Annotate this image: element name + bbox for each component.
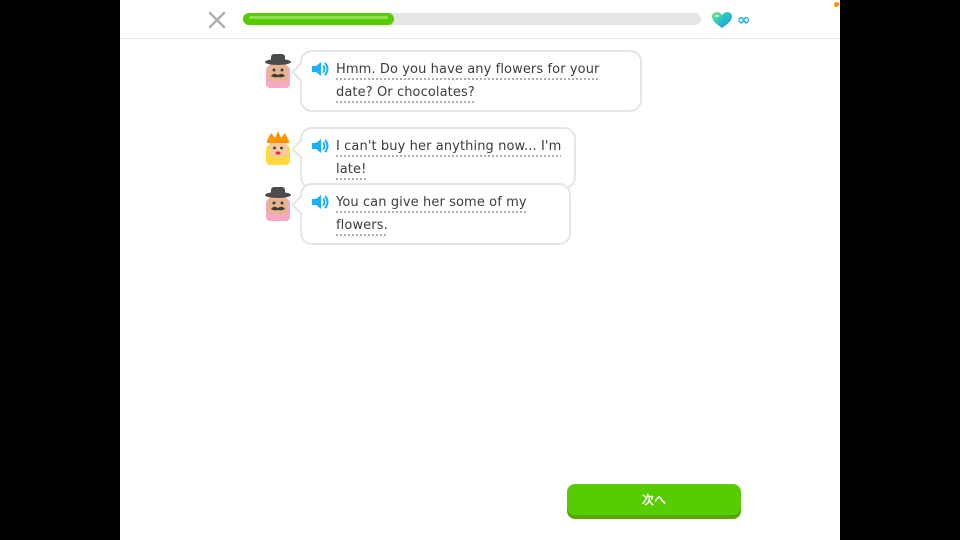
progress-fill [243,13,395,25]
man-avatar-icon [265,54,291,88]
lesson-screen: ∞ Hmm. Do you have any flowers for your … [120,0,840,540]
speech-bubble: Hmm. Do you have any flowers for your da… [300,50,642,112]
dialogue-text[interactable]: I can't buy her anything now... I'm late… [336,135,564,181]
speech-bubble: You can give her some of my flowers. [300,183,571,245]
progress-bar [243,13,701,25]
dialogue-line: Hmm. Do you have any flowers for your da… [262,50,642,112]
dialogue-line: I can't buy her anything now... I'm late… [262,127,576,189]
heart-icon [712,12,732,28]
next-button[interactable]: 次へ [567,484,741,515]
lesson-header: ∞ [120,0,840,39]
progress-shine [249,16,389,19]
hearts-count: ∞ [737,10,751,29]
man-avatar-icon [265,187,291,221]
dialogue-line: You can give her some of my flowers. [262,183,571,245]
woman-avatar-icon [266,131,290,165]
dialogue-text[interactable]: You can give her some of my flowers. [336,191,559,237]
status-dot [834,2,839,7]
speech-bubble: I can't buy her anything now... I'm late… [300,127,576,189]
speaker-icon[interactable] [310,193,330,211]
hearts-indicator[interactable]: ∞ [711,10,750,30]
close-icon[interactable] [206,9,228,31]
dialogue-text[interactable]: Hmm. Do you have any flowers for your da… [336,58,630,104]
speaker-icon[interactable] [310,60,330,78]
speaker-icon[interactable] [310,137,330,155]
